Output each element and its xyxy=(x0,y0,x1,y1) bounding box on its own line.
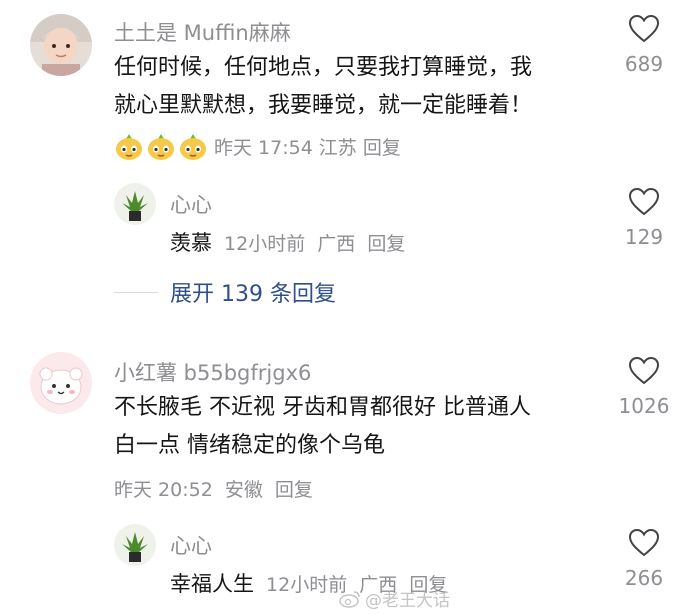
watermark-text: @老王大话 xyxy=(365,591,450,611)
reply-time: 12小时前 xyxy=(266,574,348,596)
avatar[interactable] xyxy=(30,352,92,414)
expand-replies-button[interactable]: 展开 139 条回复 xyxy=(114,276,336,308)
reply-time: 12小时前 xyxy=(224,233,306,255)
reply-username[interactable]: 心心 xyxy=(170,530,212,560)
comment-username[interactable]: 土土是 Muffin麻麻 xyxy=(114,17,291,47)
reply-text: 羡慕 xyxy=(170,231,212,255)
expand-replies-label: 展开 139 条回复 xyxy=(170,282,336,307)
comment-location: 江苏 xyxy=(318,136,357,159)
heart-icon xyxy=(628,528,660,557)
comment-text-line: 不长腋毛 不近视 牙齿和胃都很好 比普通人 xyxy=(114,395,531,420)
comment-text-line: 任何时候，任何地点，只要我打算睡觉，我 xyxy=(114,55,533,80)
like-count: 689 xyxy=(624,52,664,76)
comment-meta: 昨天 20:52 安徽 回复 xyxy=(114,475,319,502)
heart-icon xyxy=(628,356,660,385)
comment-text-line: 就心里默默想，我要睡觉，就一定能睡着！ xyxy=(114,93,533,118)
like-count: 1026 xyxy=(618,394,670,418)
reply-text: 幸福人生 xyxy=(170,572,254,596)
mascot-emoji-icon xyxy=(114,131,208,161)
watermark: @老王大话 xyxy=(339,586,450,611)
reply-location: 广西 xyxy=(317,233,356,255)
reply-button[interactable]: 回复 xyxy=(363,133,401,160)
reply-button[interactable]: 回复 xyxy=(275,479,313,501)
like-button[interactable]: 129 xyxy=(599,187,689,249)
avatar[interactable] xyxy=(30,14,92,76)
heart-icon xyxy=(628,187,660,216)
reply-button[interactable]: 回复 xyxy=(367,233,405,255)
divider-line xyxy=(114,291,158,293)
comment-time: 昨天 20:52 xyxy=(114,479,213,501)
like-button[interactable]: 689 xyxy=(599,14,689,76)
like-button[interactable]: 266 xyxy=(599,528,689,590)
like-count: 266 xyxy=(624,566,664,590)
avatar[interactable] xyxy=(114,183,156,225)
comment-location: 安徽 xyxy=(224,479,263,501)
reply-meta: 羡慕 12小时前 广西 回复 xyxy=(170,227,411,257)
heart-icon xyxy=(628,14,660,43)
comment-meta: 昨天 17:54 江苏 回复 xyxy=(114,131,407,161)
like-count: 129 xyxy=(624,225,664,249)
comment-time: 昨天 17:54 xyxy=(214,136,313,159)
like-button[interactable]: 1026 xyxy=(599,356,689,418)
comment-username[interactable]: 小红薯 b55bgfrjgx6 xyxy=(114,357,311,387)
avatar[interactable] xyxy=(114,524,156,566)
comment-text-line: 白一点 情绪稳定的像个乌龟 xyxy=(114,433,385,458)
reply-username[interactable]: 心心 xyxy=(170,189,212,219)
comment-text: 任何时候，任何地点，只要我打算睡觉，我 就心里默默想，我要睡觉，就一定能睡着！ xyxy=(114,49,532,125)
comment-text: 不长腋毛 不近视 牙齿和胃都很好 比普通人 白一点 情绪稳定的像个乌龟 xyxy=(114,389,531,465)
weibo-logo-icon xyxy=(339,590,360,608)
